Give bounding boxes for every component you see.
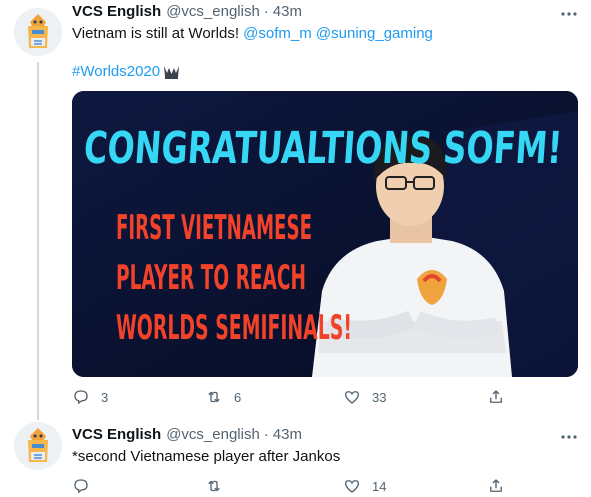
display-name[interactable]: VCS English [72, 3, 161, 20]
vcs-mascot-avatar-image [14, 422, 62, 470]
like-button[interactable]: 33 [343, 387, 487, 407]
like-count: 14 [372, 478, 387, 494]
media-line-3: WORLDS SEMIFINALS! [116, 308, 352, 348]
reply-icon [74, 390, 88, 405]
more-options-icon[interactable] [559, 5, 579, 23]
retweet-icon [208, 480, 220, 492]
header-separator: · [263, 426, 269, 443]
reply-icon [74, 479, 88, 494]
tweet-text: *second Vietnamese player after Jankos [72, 448, 341, 465]
tweet-text: Vietnam is still at Worlds! @sofm_m @sun… [72, 24, 433, 44]
heart-icon [344, 480, 360, 493]
tweet-actions: 3 6 33 [72, 387, 516, 407]
timestamp[interactable]: 43m [273, 426, 302, 443]
worlds-trophy-icon [164, 66, 180, 79]
share-icon [490, 390, 502, 403]
heart-icon [344, 391, 360, 404]
mention-link-suning[interactable]: @suning_gaming [316, 25, 433, 42]
retweet-button[interactable] [205, 476, 343, 496]
tweet-text-prefix: Vietnam is still at Worlds! [72, 25, 244, 42]
hashtag-line: #Worlds2020 [72, 62, 180, 82]
user-handle[interactable]: @vcs_english [166, 426, 260, 443]
retweet-button[interactable]: 6 [205, 387, 343, 407]
share-icon [490, 479, 502, 492]
hashtag-link[interactable]: #Worlds2020 [72, 62, 160, 82]
reply-button[interactable]: 3 [72, 387, 205, 407]
retweet-icon [208, 391, 220, 403]
tweet-media-image[interactable]: CONGRATUALTIONS SOFM! FIRST VIETNAMESE P… [72, 91, 578, 377]
header-separator: · [263, 3, 269, 20]
tweet-actions: 14 [72, 476, 516, 496]
thread-connector-line [37, 62, 39, 420]
congratulations-graphic: CONGRATUALTIONS SOFM! FIRST VIETNAMESE P… [72, 91, 578, 377]
user-handle[interactable]: @vcs_english [166, 3, 260, 20]
vcs-mascot-avatar-image [14, 8, 62, 56]
share-button[interactable] [487, 387, 516, 407]
mention-link-sofm[interactable]: @sofm_m [243, 25, 312, 42]
reply-count: 3 [101, 389, 109, 405]
avatar[interactable] [14, 422, 62, 470]
like-count: 33 [372, 389, 387, 405]
avatar[interactable] [14, 8, 62, 56]
timestamp[interactable]: 43m [273, 3, 302, 20]
media-line-1: FIRST VIETNAMESE [116, 208, 312, 248]
tweet-header: VCS English @vcs_english · 43m [72, 3, 302, 20]
reply-button[interactable] [72, 476, 205, 496]
media-line-2: PLAYER TO REACH [116, 258, 306, 298]
like-button[interactable]: 14 [343, 476, 487, 496]
display-name[interactable]: VCS English [72, 426, 161, 443]
media-headline: CONGRATUALTIONS SOFM! [82, 123, 564, 174]
share-button[interactable] [487, 476, 516, 496]
tweet-header: VCS English @vcs_english · 43m [72, 426, 302, 443]
retweet-count: 6 [234, 389, 242, 405]
more-options-icon[interactable] [559, 428, 579, 446]
